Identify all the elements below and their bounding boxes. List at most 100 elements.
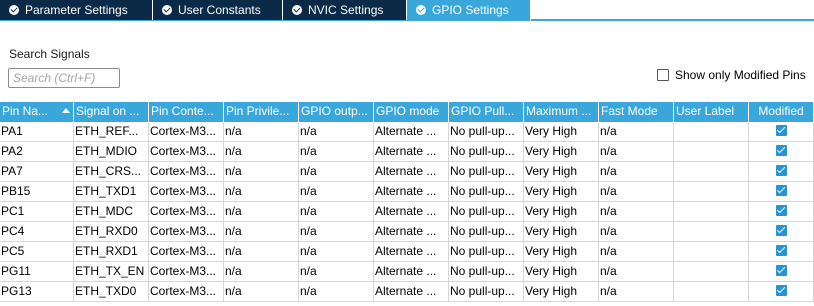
pin-privilege-cell[interactable]: n/a	[224, 282, 299, 302]
fast-mode-cell[interactable]: n/a	[599, 222, 674, 242]
gpio-pull-cell[interactable]: No pull-up...	[449, 222, 524, 242]
max-speed-cell[interactable]: Very High	[524, 262, 599, 282]
pin-context-cell[interactable]: Cortex-M3...	[149, 182, 224, 202]
column-header-pin-context[interactable]: Pin Conte...	[149, 102, 224, 122]
tab-parameter-settings[interactable]: Parameter Settings	[0, 0, 153, 20]
table-row[interactable]: PA1 ETH_REF... Cortex-M3... n/a n/a Alternate…	[0, 122, 814, 142]
user-label-cell[interactable]	[674, 262, 749, 282]
modified-checkbox-icon[interactable]	[776, 285, 787, 296]
pin-name-cell[interactable]: PC5	[0, 242, 74, 262]
table-row[interactable]: PB15 ETH_TXD1 Cortex-M3... n/a n/a Alternate …	[0, 182, 814, 202]
pin-context-cell[interactable]: Cortex-M3...	[149, 242, 224, 262]
gpio-pull-cell[interactable]: No pull-up...	[449, 142, 524, 162]
column-header-modified[interactable]: Modified	[749, 102, 814, 122]
signal-cell[interactable]: ETH_MDC	[74, 202, 149, 222]
table-row[interactable]: PG11 ETH_TX_EN Cortex-M3... n/a n/a Alternate…	[0, 262, 814, 282]
pin-context-cell[interactable]: Cortex-M3...	[149, 122, 224, 142]
column-header-gpio-output[interactable]: GPIO outp...	[299, 102, 374, 122]
max-speed-cell[interactable]: Very High	[524, 242, 599, 262]
column-header-gpio-mode[interactable]: GPIO mode	[374, 102, 449, 122]
fast-mode-cell[interactable]: n/a	[599, 262, 674, 282]
gpio-pull-cell[interactable]: No pull-up...	[449, 282, 524, 302]
tab-nvic-settings[interactable]: NVIC Settings	[283, 0, 407, 20]
column-header-pin-privilege[interactable]: Pin Privile...	[224, 102, 299, 122]
user-label-cell[interactable]	[674, 162, 749, 182]
modified-cell[interactable]	[749, 202, 814, 222]
table-row[interactable]: PC1 ETH_MDC Cortex-M3... n/a n/a Alternate ..…	[0, 202, 814, 222]
modified-checkbox-icon[interactable]	[776, 125, 787, 136]
modified-cell[interactable]	[749, 262, 814, 282]
modified-cell[interactable]	[749, 142, 814, 162]
gpio-output-cell[interactable]: n/a	[299, 202, 374, 222]
max-speed-cell[interactable]: Very High	[524, 122, 599, 142]
column-header-fast-mode[interactable]: Fast Mode	[599, 102, 674, 122]
user-label-cell[interactable]	[674, 282, 749, 302]
user-label-cell[interactable]	[674, 182, 749, 202]
pin-context-cell[interactable]: Cortex-M3...	[149, 262, 224, 282]
max-speed-cell[interactable]: Very High	[524, 282, 599, 302]
checkbox-icon[interactable]	[657, 69, 669, 81]
gpio-pull-cell[interactable]: No pull-up...	[449, 202, 524, 222]
max-speed-cell[interactable]: Very High	[524, 142, 599, 162]
pin-name-cell[interactable]: PA2	[0, 142, 74, 162]
pin-privilege-cell[interactable]: n/a	[224, 182, 299, 202]
signal-cell[interactable]: ETH_CRS...	[74, 162, 149, 182]
fast-mode-cell[interactable]: n/a	[599, 122, 674, 142]
pin-name-cell[interactable]: PG11	[0, 262, 74, 282]
max-speed-cell[interactable]: Very High	[524, 222, 599, 242]
pin-name-cell[interactable]: PC4	[0, 222, 74, 242]
modified-cell[interactable]	[749, 222, 814, 242]
fast-mode-cell[interactable]: n/a	[599, 142, 674, 162]
gpio-output-cell[interactable]: n/a	[299, 182, 374, 202]
max-speed-cell[interactable]: Very High	[524, 202, 599, 222]
signal-cell[interactable]: ETH_RXD0	[74, 222, 149, 242]
max-speed-cell[interactable]: Very High	[524, 162, 599, 182]
pin-name-cell[interactable]: PA1	[0, 122, 74, 142]
pin-privilege-cell[interactable]: n/a	[224, 222, 299, 242]
modified-checkbox-icon[interactable]	[776, 145, 787, 156]
gpio-mode-cell[interactable]: Alternate ...	[374, 122, 449, 142]
user-label-cell[interactable]	[674, 222, 749, 242]
gpio-mode-cell[interactable]: Alternate ...	[374, 262, 449, 282]
signal-cell[interactable]: ETH_TXD1	[74, 182, 149, 202]
gpio-output-cell[interactable]: n/a	[299, 242, 374, 262]
tab-gpio-settings[interactable]: GPIO Settings	[407, 0, 531, 21]
pin-context-cell[interactable]: Cortex-M3...	[149, 222, 224, 242]
modified-cell[interactable]	[749, 182, 814, 202]
pin-name-cell[interactable]: PB15	[0, 182, 74, 202]
modified-checkbox-icon[interactable]	[776, 165, 787, 176]
column-header-gpio-pull[interactable]: GPIO Pull...	[449, 102, 524, 122]
gpio-mode-cell[interactable]: Alternate ...	[374, 202, 449, 222]
search-input[interactable]	[8, 68, 120, 88]
gpio-mode-cell[interactable]: Alternate ...	[374, 142, 449, 162]
pin-privilege-cell[interactable]: n/a	[224, 202, 299, 222]
signal-cell[interactable]: ETH_REF...	[74, 122, 149, 142]
modified-cell[interactable]	[749, 162, 814, 182]
pin-name-cell[interactable]: PA7	[0, 162, 74, 182]
user-label-cell[interactable]	[674, 122, 749, 142]
gpio-output-cell[interactable]: n/a	[299, 162, 374, 182]
pin-context-cell[interactable]: Cortex-M3...	[149, 142, 224, 162]
gpio-mode-cell[interactable]: Alternate ...	[374, 282, 449, 302]
show-only-modified-checkbox[interactable]: Show only Modified Pins	[657, 68, 806, 84]
fast-mode-cell[interactable]: n/a	[599, 162, 674, 182]
gpio-output-cell[interactable]: n/a	[299, 142, 374, 162]
pin-privilege-cell[interactable]: n/a	[224, 162, 299, 182]
gpio-output-cell[interactable]: n/a	[299, 262, 374, 282]
column-header-maximum-speed[interactable]: Maximum ...	[524, 102, 599, 122]
user-label-cell[interactable]	[674, 202, 749, 222]
column-header-pin-name[interactable]: Pin Na...	[0, 102, 74, 122]
gpio-pull-cell[interactable]: No pull-up...	[449, 262, 524, 282]
pin-name-cell[interactable]: PC1	[0, 202, 74, 222]
table-row[interactable]: PA7 ETH_CRS... Cortex-M3... n/a n/a Alternate…	[0, 162, 814, 182]
gpio-pull-cell[interactable]: No pull-up...	[449, 182, 524, 202]
fast-mode-cell[interactable]: n/a	[599, 242, 674, 262]
pin-privilege-cell[interactable]: n/a	[224, 142, 299, 162]
fast-mode-cell[interactable]: n/a	[599, 282, 674, 302]
fast-mode-cell[interactable]: n/a	[599, 202, 674, 222]
pin-privilege-cell[interactable]: n/a	[224, 122, 299, 142]
table-row[interactable]: PC5 ETH_RXD1 Cortex-M3... n/a n/a Alternate .…	[0, 242, 814, 262]
table-row[interactable]: PC4 ETH_RXD0 Cortex-M3... n/a n/a Alternate .…	[0, 222, 814, 242]
column-header-signal[interactable]: Signal on ...	[74, 102, 149, 122]
tab-user-constants[interactable]: User Constants	[153, 0, 283, 20]
